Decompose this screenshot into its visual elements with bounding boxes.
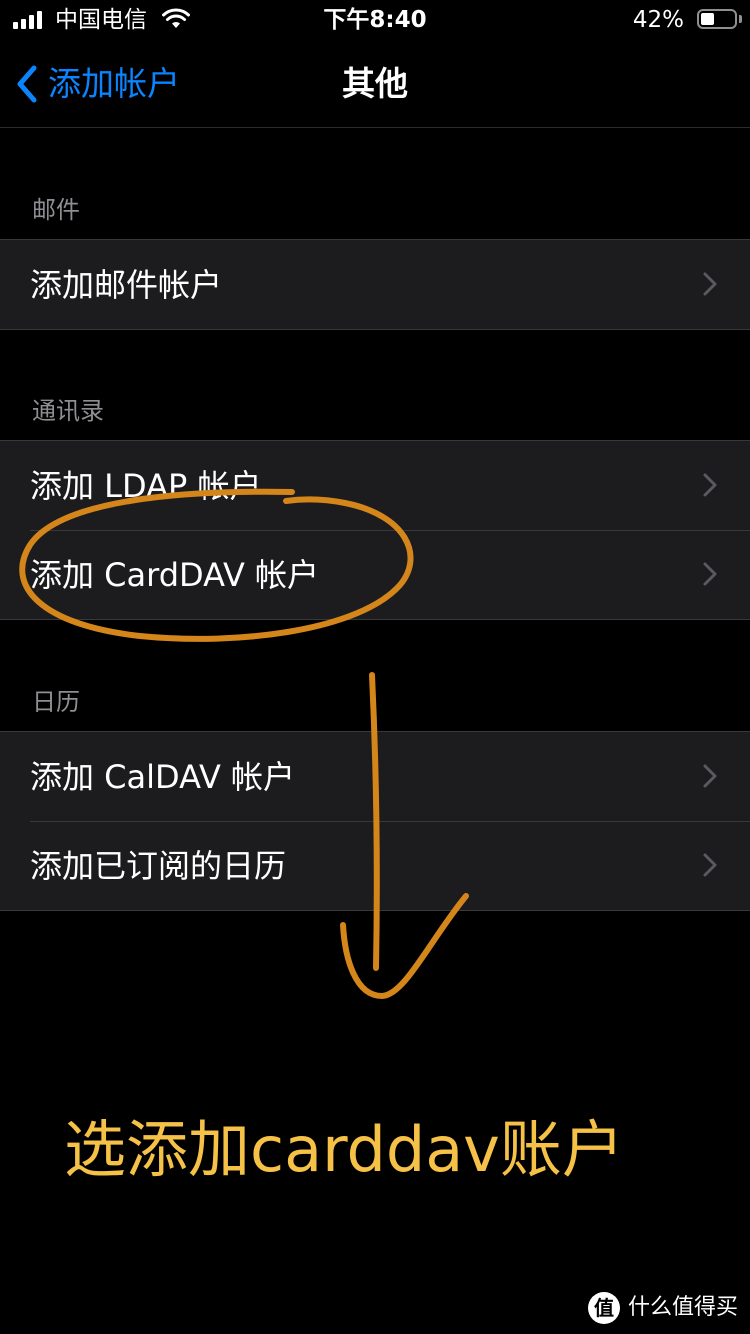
row-label: 添加邮件帐户 (30, 265, 223, 304)
row-label: 添加 CalDAV 帐户 (30, 757, 296, 796)
battery-level (701, 13, 714, 25)
watermark: 值 什么值得买 (587, 1292, 738, 1324)
navigation-bar: 添加帐户 其他 (0, 40, 750, 128)
add-carddav-account-row[interactable]: 添加 CardDAV 帐户 (0, 530, 750, 619)
annotation-text: 选添加carddav账户 (64, 1113, 624, 1186)
add-caldav-account-row[interactable]: 添加 CalDAV 帐户 (0, 732, 750, 821)
add-mail-account-row[interactable]: 添加邮件帐户 (0, 240, 750, 329)
chevron-right-icon (703, 764, 717, 788)
page-title: 其他 (342, 64, 408, 103)
battery-percentage: 42% (632, 7, 684, 33)
contacts-group: 添加 LDAP 帐户 添加 CardDAV 帐户 (0, 440, 750, 620)
status-bar: 中国电信 下午8:40 42% (0, 0, 750, 40)
annotation-arrow-head (340, 893, 469, 999)
battery-cap (739, 15, 742, 23)
calendar-group: 添加 CalDAV 帐户 添加已订阅的日历 (0, 731, 750, 911)
add-subscribed-calendar-row[interactable]: 添加已订阅的日历 (0, 821, 750, 910)
add-ldap-account-row[interactable]: 添加 LDAP 帐户 (0, 441, 750, 530)
section-header-contacts: 通讯录 (32, 397, 104, 425)
watermark-logo-icon: 值 (587, 1292, 620, 1324)
chevron-right-icon (703, 853, 717, 877)
section-header-calendar: 日历 (32, 688, 80, 716)
chevron-right-icon (703, 473, 717, 497)
section-header-mail: 邮件 (32, 196, 80, 224)
mail-group: 添加邮件帐户 (0, 239, 750, 330)
row-label: 添加已订阅的日历 (30, 846, 287, 885)
battery-icon (697, 9, 737, 29)
chevron-right-icon (703, 272, 717, 296)
row-label: 添加 CardDAV 帐户 (30, 555, 320, 594)
watermark-text: 什么值得买 (627, 1295, 738, 1320)
chevron-right-icon (703, 562, 717, 586)
row-label: 添加 LDAP 帐户 (30, 466, 262, 505)
